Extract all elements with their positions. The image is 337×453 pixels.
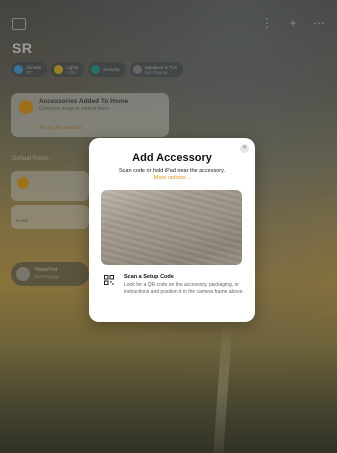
add-accessory-dialog: ✕ Add Accessory Scan code or hold iPad n… xyxy=(89,138,255,322)
scan-code-title: Scan a Setup Code xyxy=(124,274,174,280)
qr-code-icon xyxy=(104,275,114,285)
dialog-title: Add Accessory xyxy=(132,152,212,164)
more-options-link[interactable]: More options... xyxy=(89,175,255,181)
dialog-subtitle: Scan code or hold iPad near the accessor… xyxy=(119,168,225,174)
scan-code-description: Look for a QR code on the accessory, pac… xyxy=(124,282,244,295)
camera-viewfinder xyxy=(101,190,242,265)
